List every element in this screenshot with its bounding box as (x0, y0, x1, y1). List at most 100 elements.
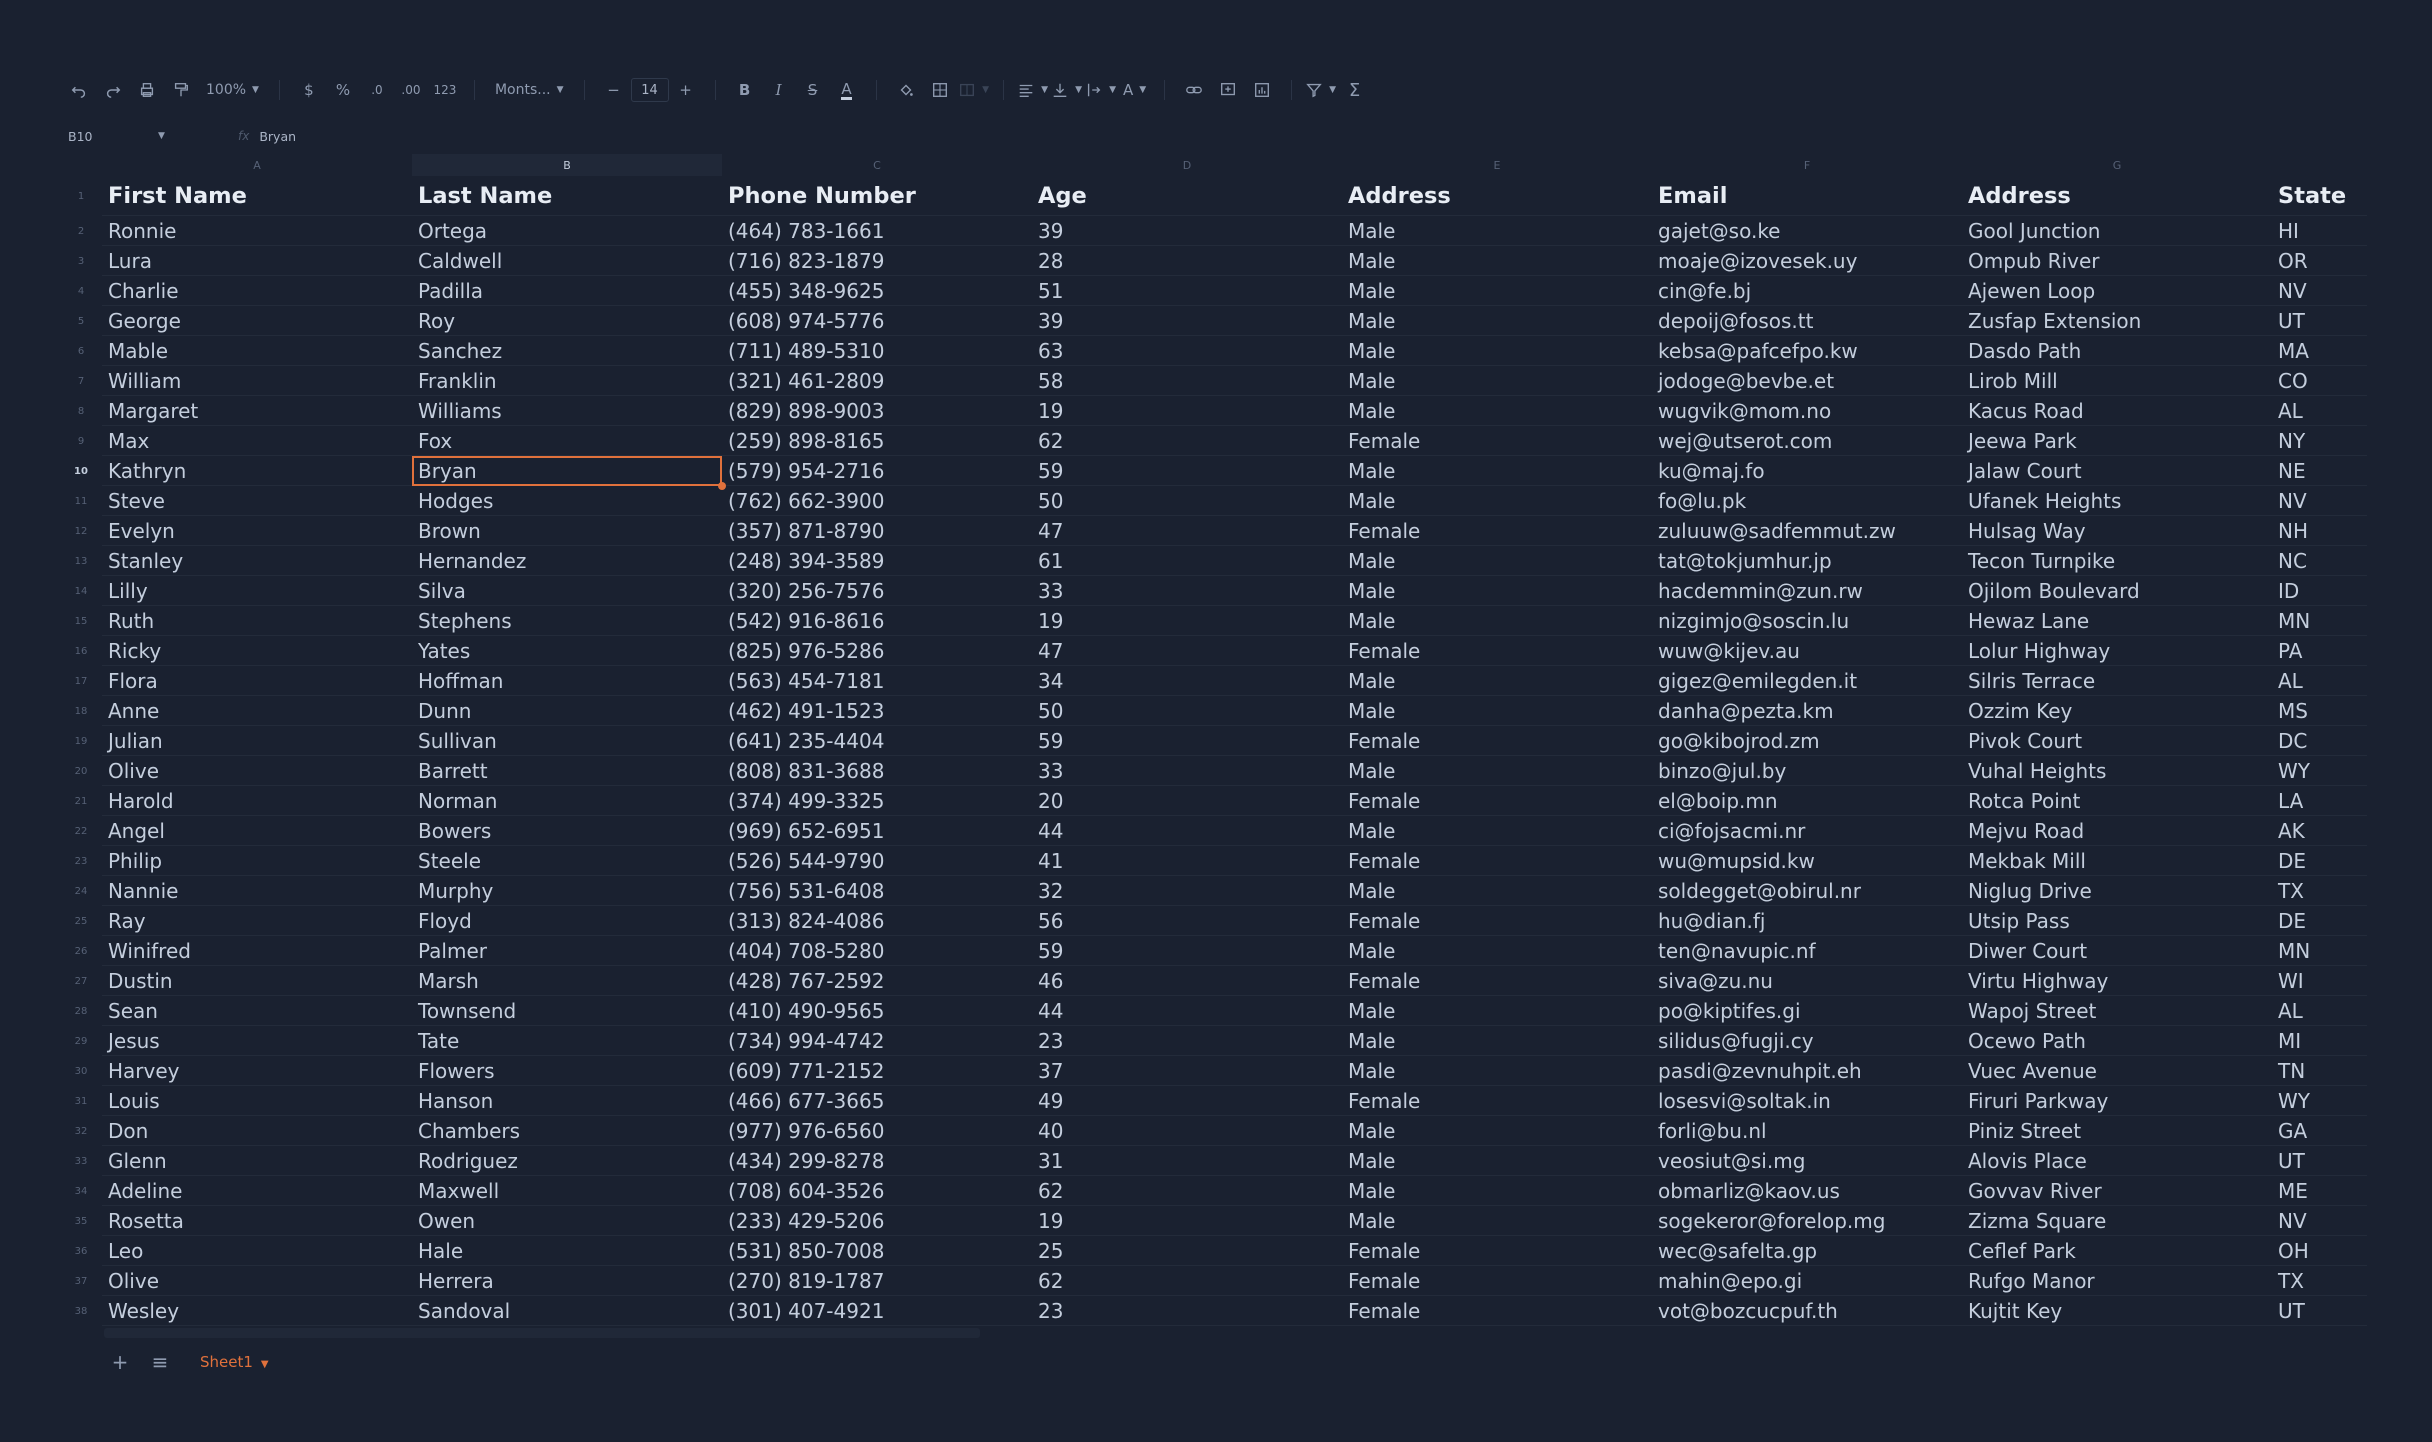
table-cell[interactable]: Female (1342, 906, 1652, 936)
percent-format-button[interactable]: % (326, 72, 360, 108)
table-cell[interactable]: Palmer (412, 936, 722, 966)
row-header[interactable]: 17 (60, 666, 102, 696)
table-cell[interactable]: Ojilom Boulevard (1962, 576, 2272, 606)
table-cell[interactable]: 28 (1032, 246, 1342, 276)
row-header[interactable]: 23 (60, 846, 102, 876)
filter-icon[interactable]: ▼ (1304, 72, 1338, 108)
table-cell[interactable]: Owen (412, 1206, 722, 1236)
table-cell[interactable]: Dasdo Path (1962, 336, 2272, 366)
table-cell[interactable]: (708) 604-3526 (722, 1176, 1032, 1206)
table-cell[interactable]: Anne (102, 696, 412, 726)
table-cell[interactable]: (410) 490-9565 (722, 996, 1032, 1026)
table-cell[interactable]: (579) 954-2716 (722, 456, 1032, 486)
column-header-e[interactable]: E (1342, 154, 1652, 176)
column-header-c[interactable]: C (722, 154, 1032, 176)
currency-format-button[interactable]: $ (292, 72, 326, 108)
table-cell[interactable]: NE (2272, 456, 2367, 486)
table-cell[interactable]: (464) 783-1661 (722, 216, 1032, 246)
table-cell[interactable]: Sullivan (412, 726, 722, 756)
font-size-input[interactable]: 14 (630, 78, 669, 102)
row-header[interactable]: 5 (60, 306, 102, 336)
font-size-increase-button[interactable]: + (669, 72, 703, 108)
row-header[interactable]: 25 (60, 906, 102, 936)
table-cell[interactable]: NV (2272, 1206, 2367, 1236)
table-cell[interactable]: TN (2272, 1056, 2367, 1086)
table-cell[interactable]: (734) 994-4742 (722, 1026, 1032, 1056)
table-cell[interactable]: Barrett (412, 756, 722, 786)
table-cell[interactable]: UT (2272, 1146, 2367, 1176)
table-cell[interactable]: Pivok Court (1962, 726, 2272, 756)
table-cell[interactable]: Diwer Court (1962, 936, 2272, 966)
table-cell[interactable]: Harold (102, 786, 412, 816)
table-cell[interactable]: Govvav River (1962, 1176, 2272, 1206)
italic-icon[interactable]: I (762, 72, 796, 108)
table-cell[interactable]: Male (1342, 936, 1652, 966)
table-cell[interactable]: wuw@kijev.au (1652, 636, 1962, 666)
table-cell[interactable]: Hodges (412, 486, 722, 516)
table-cell[interactable]: forli@bu.nl (1652, 1116, 1962, 1146)
row-header[interactable]: 30 (60, 1056, 102, 1086)
table-cell[interactable]: Male (1342, 276, 1652, 306)
table-cell[interactable]: Bryan (412, 456, 722, 486)
table-cell[interactable]: (563) 454-7181 (722, 666, 1032, 696)
table-cell[interactable]: gajet@so.ke (1652, 216, 1962, 246)
row-header[interactable]: 18 (60, 696, 102, 726)
table-cell[interactable]: Male (1342, 456, 1652, 486)
table-cell[interactable]: Jeewa Park (1962, 426, 2272, 456)
table-cell[interactable]: mahin@epo.gi (1652, 1266, 1962, 1296)
table-cell[interactable]: (233) 429-5206 (722, 1206, 1032, 1236)
table-cell[interactable]: OH (2272, 1236, 2367, 1266)
table-cell[interactable]: Don (102, 1116, 412, 1146)
increase-decimal-button[interactable]: .00 (394, 72, 428, 108)
table-cell[interactable]: Ricky (102, 636, 412, 666)
table-cell[interactable]: (609) 771-2152 (722, 1056, 1032, 1086)
table-cell[interactable]: Silris Terrace (1962, 666, 2272, 696)
table-cell[interactable]: Kacus Road (1962, 396, 2272, 426)
table-cell[interactable]: el@boip.mn (1652, 786, 1962, 816)
table-cell[interactable]: WI (2272, 966, 2367, 996)
table-cell[interactable]: Murphy (412, 876, 722, 906)
row-header[interactable]: 4 (60, 276, 102, 306)
table-cell[interactable]: (259) 898-8165 (722, 426, 1032, 456)
insert-chart-icon[interactable] (1245, 72, 1279, 108)
table-cell[interactable]: Hanson (412, 1086, 722, 1116)
table-cell[interactable]: 25 (1032, 1236, 1342, 1266)
table-cell[interactable]: UT (2272, 306, 2367, 336)
table-cell[interactable]: Alovis Place (1962, 1146, 2272, 1176)
header-cell[interactable]: Address (1342, 176, 1652, 216)
table-cell[interactable]: Lura (102, 246, 412, 276)
table-cell[interactable]: wej@utserot.com (1652, 426, 1962, 456)
table-cell[interactable]: Firuri Parkway (1962, 1086, 2272, 1116)
table-cell[interactable]: (969) 652-6951 (722, 816, 1032, 846)
table-cell[interactable]: 31 (1032, 1146, 1342, 1176)
table-cell[interactable]: 62 (1032, 1266, 1342, 1296)
table-cell[interactable]: 41 (1032, 846, 1342, 876)
table-cell[interactable]: 59 (1032, 456, 1342, 486)
table-cell[interactable]: Dunn (412, 696, 722, 726)
table-cell[interactable]: AK (2272, 816, 2367, 846)
table-cell[interactable]: Lilly (102, 576, 412, 606)
column-header-d[interactable]: D (1032, 154, 1342, 176)
table-cell[interactable]: OR (2272, 246, 2367, 276)
table-cell[interactable]: William (102, 366, 412, 396)
row-header[interactable]: 33 (60, 1146, 102, 1176)
fill-color-icon[interactable] (889, 72, 923, 108)
row-header[interactable]: 27 (60, 966, 102, 996)
table-cell[interactable]: 33 (1032, 756, 1342, 786)
row-header[interactable]: 31 (60, 1086, 102, 1116)
table-cell[interactable]: Ray (102, 906, 412, 936)
table-cell[interactable]: depoij@fosos.tt (1652, 306, 1962, 336)
table-cell[interactable]: 19 (1032, 396, 1342, 426)
row-header[interactable]: 13 (60, 546, 102, 576)
table-cell[interactable]: 33 (1032, 576, 1342, 606)
table-cell[interactable]: (357) 871-8790 (722, 516, 1032, 546)
table-cell[interactable]: Jalaw Court (1962, 456, 2272, 486)
print-icon[interactable] (130, 72, 164, 108)
table-cell[interactable]: Male (1342, 1206, 1652, 1236)
table-cell[interactable]: Hoffman (412, 666, 722, 696)
horizontal-align-icon[interactable]: ▼ (1016, 72, 1050, 108)
row-header[interactable]: 36 (60, 1236, 102, 1266)
table-cell[interactable]: Sanchez (412, 336, 722, 366)
sheet-list-icon[interactable]: ≡ (140, 1350, 180, 1374)
table-cell[interactable]: (641) 235-4404 (722, 726, 1032, 756)
